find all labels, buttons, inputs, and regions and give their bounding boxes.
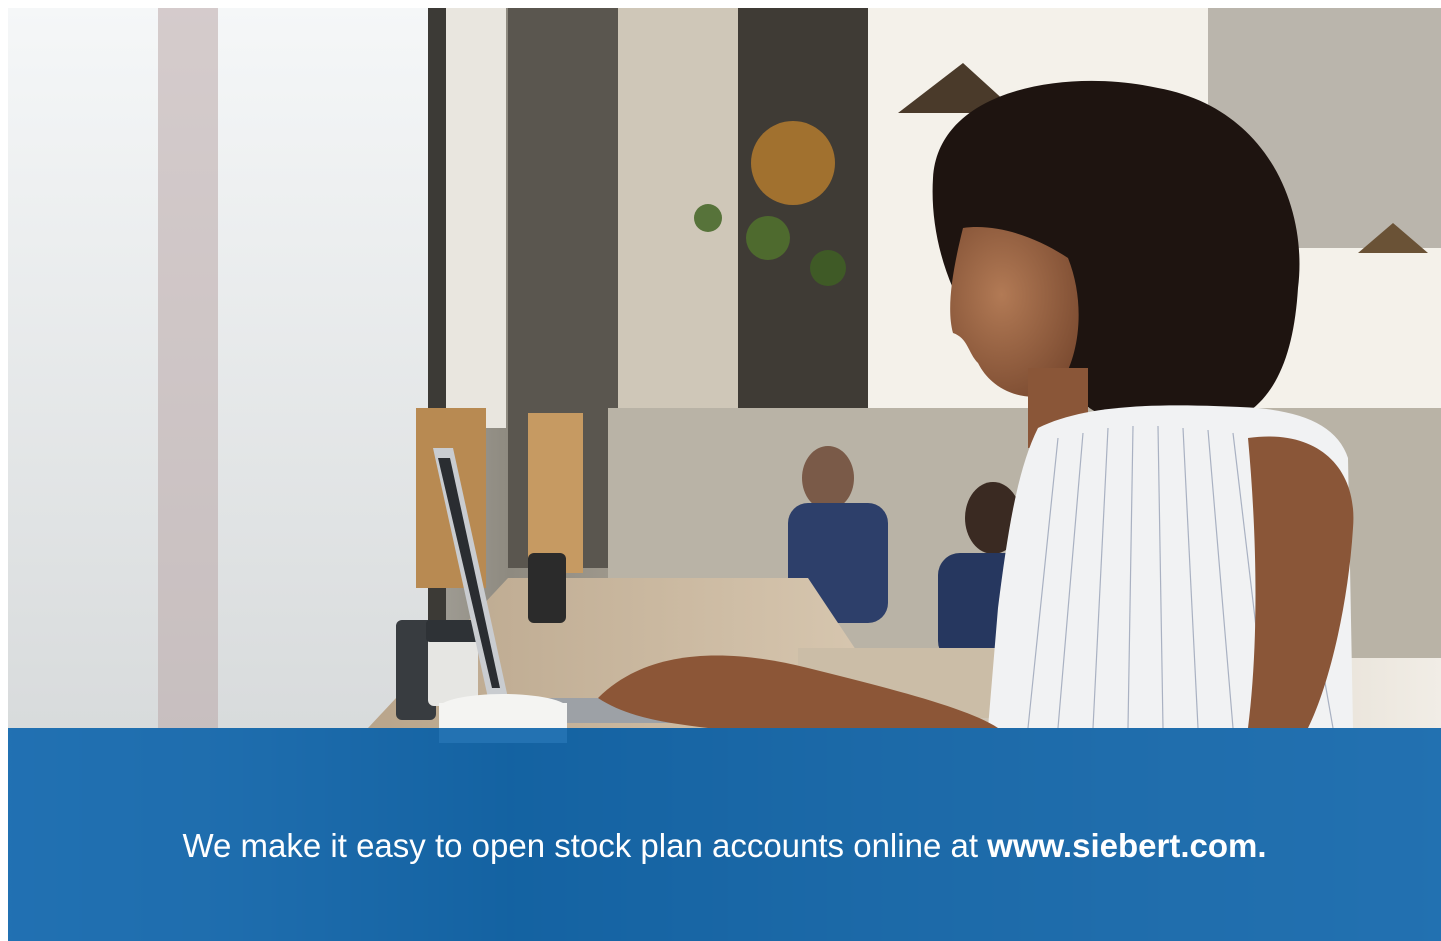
- hero-frame: We make it easy to open stock plan accou…: [8, 8, 1441, 941]
- banner-message: We make it easy to open stock plan accou…: [8, 826, 1441, 866]
- banner-lead-text: We make it easy to open stock plan accou…: [182, 827, 988, 864]
- siebert-website-link[interactable]: www.siebert.com.: [987, 827, 1266, 864]
- promo-banner: We make it easy to open stock plan accou…: [8, 728, 1441, 941]
